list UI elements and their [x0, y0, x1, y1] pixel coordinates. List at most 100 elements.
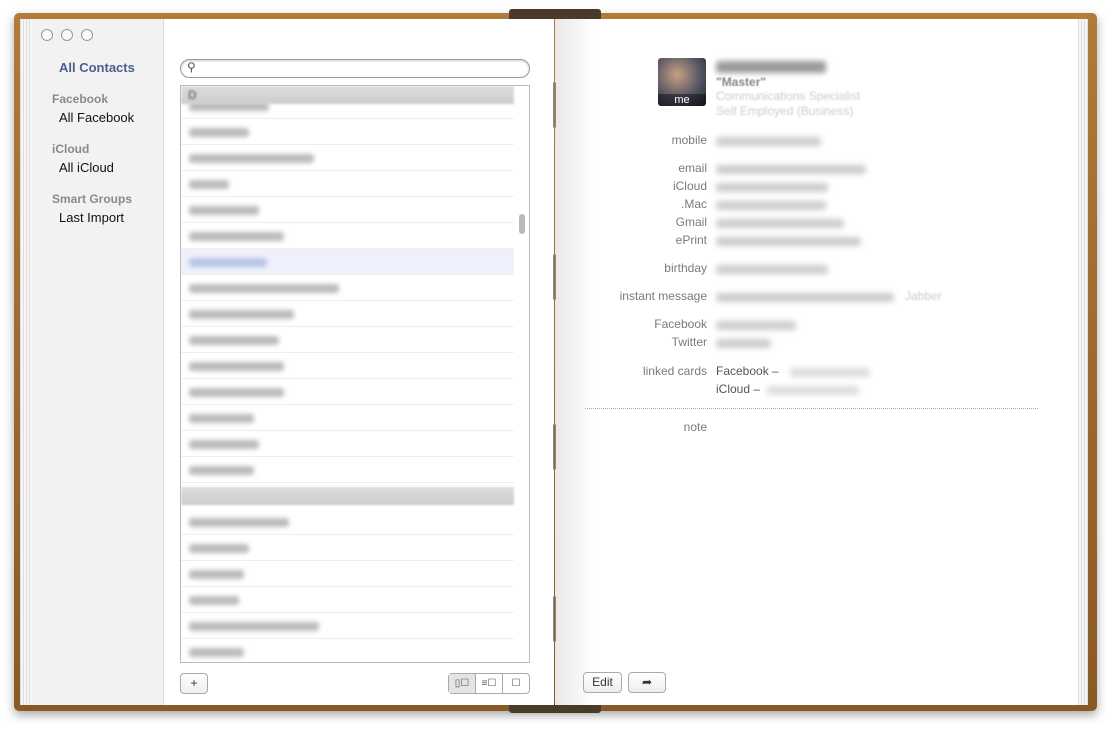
contact-row[interactable] — [181, 431, 514, 457]
contact-name — [189, 310, 294, 319]
contact-row[interactable] — [181, 145, 514, 171]
label-birthday: birthday — [664, 261, 707, 275]
contact-row[interactable] — [181, 249, 514, 275]
label-eprint: ePrint — [675, 233, 707, 247]
label-note: note — [683, 420, 707, 434]
avatar[interactable]: me — [658, 58, 706, 106]
contact-name — [189, 154, 314, 163]
contact-row[interactable] — [181, 457, 514, 483]
contact-name — [189, 466, 254, 475]
value-twitter[interactable] — [716, 339, 771, 348]
linked-card-facebook[interactable]: Facebook – — [716, 364, 779, 378]
contact-row[interactable] — [181, 561, 514, 587]
label-mac: .Mac — [680, 197, 707, 211]
add-contact-button[interactable]: + — [180, 673, 208, 694]
sidebar-item-last-import[interactable]: Last Import — [59, 210, 124, 225]
contact-name — [189, 336, 279, 345]
search-input[interactable]: ⚲ — [180, 59, 530, 78]
view-groups-list-card-button[interactable]: ▯☐ — [449, 674, 476, 693]
company: Self Employed (Business) — [716, 104, 854, 118]
contact-row[interactable] — [181, 535, 514, 561]
page-edges — [20, 19, 32, 705]
view-card-button[interactable]: ☐ — [503, 674, 529, 693]
zoom-button[interactable] — [81, 29, 93, 41]
contact-name — [189, 284, 339, 293]
value-icloud[interactable] — [716, 183, 828, 192]
contact-row[interactable] — [181, 223, 514, 249]
contact-name — [189, 180, 229, 189]
value-mobile[interactable] — [716, 137, 821, 146]
contact-name — [716, 61, 826, 73]
linked-card-icloud-name — [767, 386, 859, 395]
contact-row[interactable] — [181, 301, 514, 327]
label-twitter: Twitter — [671, 335, 707, 349]
sidebar-item-all-contacts[interactable]: All Contacts — [59, 60, 135, 75]
value-instant-message[interactable] — [716, 293, 894, 302]
contact-name — [189, 128, 249, 137]
page-edges — [1078, 19, 1088, 705]
divider — [585, 408, 1038, 409]
binder-ring — [553, 254, 556, 300]
contact-name — [189, 232, 284, 241]
close-button[interactable] — [41, 29, 53, 41]
contact-name — [189, 518, 289, 527]
label-mobile: mobile — [671, 133, 707, 147]
view-selector[interactable]: ▯☐ ≡☐ ☐ — [448, 673, 530, 694]
contact-list[interactable]: D — [180, 85, 530, 663]
contact-name — [189, 258, 267, 267]
binder-ring — [553, 82, 556, 128]
me-badge: me — [658, 94, 706, 106]
spine-top — [509, 9, 601, 19]
value-email[interactable] — [716, 165, 866, 174]
value-mac[interactable] — [716, 201, 826, 210]
label-facebook: Facebook — [654, 317, 707, 331]
share-button[interactable]: ➦ — [628, 672, 666, 693]
contact-row[interactable] — [181, 639, 514, 662]
scrollbar[interactable] — [519, 214, 525, 234]
sidebar-item-all-icloud[interactable]: All iCloud — [59, 160, 114, 175]
contact-name — [189, 544, 249, 553]
linked-card-facebook-name — [790, 368, 870, 377]
binder-ring — [553, 424, 556, 470]
contact-row[interactable] — [181, 587, 514, 613]
minimize-button[interactable] — [61, 29, 73, 41]
im-service: Jabber — [905, 289, 942, 303]
sidebar-header-icloud: iCloud — [52, 142, 90, 156]
value-gmail[interactable] — [716, 219, 844, 228]
label-icloud: iCloud — [672, 179, 707, 193]
contact-name — [189, 362, 284, 371]
label-linked-cards: linked cards — [642, 364, 707, 378]
contact-name — [189, 206, 259, 215]
contact-name — [189, 388, 284, 397]
value-eprint[interactable] — [716, 237, 861, 246]
contact-row[interactable] — [181, 119, 514, 145]
contact-row[interactable] — [181, 379, 514, 405]
job-title: Communications Specialist — [716, 89, 861, 103]
right-page — [555, 19, 1079, 705]
contact-row[interactable] — [181, 197, 514, 223]
contact-name — [189, 596, 239, 605]
contact-name — [189, 622, 319, 631]
label-instant-message: instant message — [619, 289, 707, 303]
contact-name — [189, 414, 254, 423]
contact-row[interactable] — [181, 275, 514, 301]
contact-row[interactable] — [181, 405, 514, 431]
view-list-card-button[interactable]: ≡☐ — [476, 674, 503, 693]
edit-button[interactable]: Edit — [583, 672, 622, 693]
contact-row[interactable] — [181, 171, 514, 197]
sidebar-header-smart-groups: Smart Groups — [52, 192, 133, 206]
label-email: email — [678, 161, 707, 175]
sidebar-item-all-facebook[interactable]: All Facebook — [59, 110, 134, 125]
contact-row[interactable] — [181, 613, 514, 639]
search-icon: ⚲ — [187, 60, 196, 74]
section-header: D — [181, 86, 514, 104]
contact-name — [189, 648, 244, 657]
value-birthday — [716, 265, 828, 274]
contact-row[interactable] — [181, 353, 514, 379]
contact-row[interactable] — [181, 327, 514, 353]
label-gmail: Gmail — [675, 215, 707, 229]
linked-card-icloud[interactable]: iCloud – — [716, 382, 760, 396]
section-header — [181, 487, 514, 505]
contact-row[interactable] — [181, 509, 514, 535]
value-facebook[interactable] — [716, 321, 796, 330]
